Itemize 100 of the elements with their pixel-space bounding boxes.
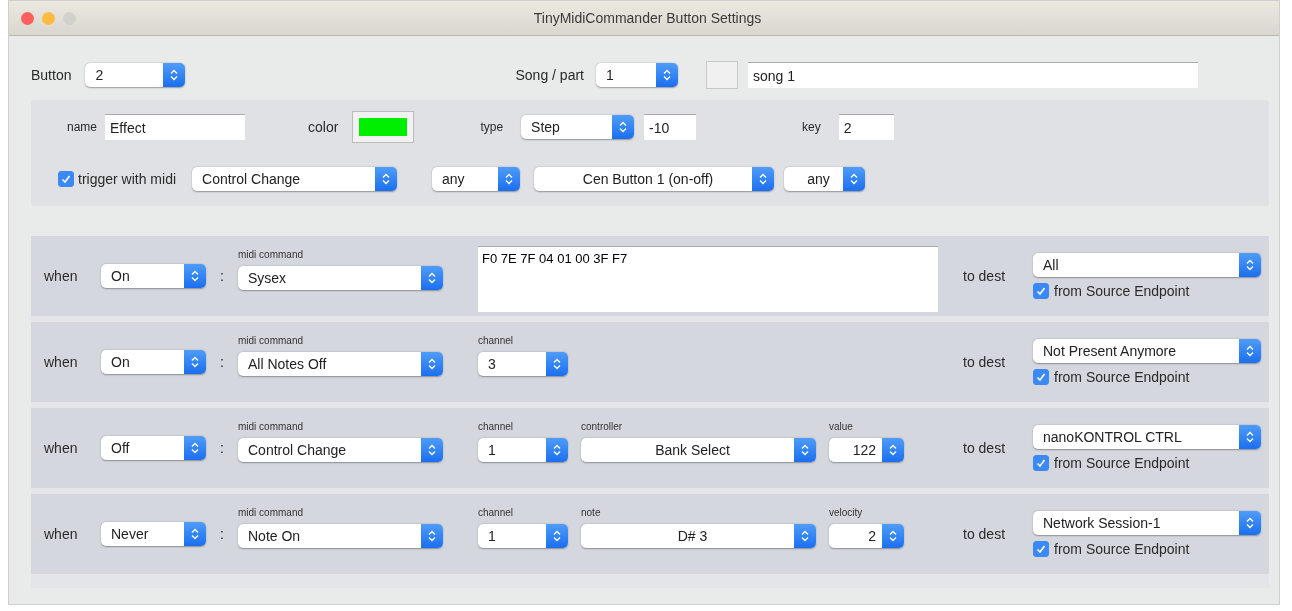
to-dest-label: to dest [963, 354, 1007, 370]
from-source-checkbox[interactable] [1033, 283, 1049, 299]
color-label: color [308, 119, 339, 135]
window-title: TinyMidiCommander Button Settings [532, 10, 763, 26]
from-source-label: from Source Endpoint [1054, 455, 1190, 471]
separator-colon: : [219, 268, 225, 284]
stepper-icon [546, 438, 568, 462]
midi-command-label: midi command [238, 248, 305, 262]
when-label: when [44, 526, 79, 542]
parameter-popup[interactable]: 1 [478, 524, 568, 548]
stepper-icon [882, 524, 904, 548]
when-popup[interactable]: Off [101, 436, 206, 460]
key-label: key [802, 120, 821, 134]
checkmark-icon [1035, 285, 1047, 297]
parameter-popup[interactable]: 3 [478, 352, 568, 376]
separator-colon: : [219, 440, 225, 456]
stepper-icon [794, 524, 816, 548]
stepper-icon [184, 522, 206, 546]
close-button[interactable] [21, 11, 34, 25]
song-part-popup[interactable]: 1 [596, 63, 678, 87]
destination-popup[interactable]: All [1033, 253, 1261, 277]
stepper-icon [184, 436, 206, 460]
to-dest-label: to dest [963, 440, 1007, 456]
value-popup[interactable]: any [784, 167, 866, 191]
stepper-icon [1239, 253, 1261, 277]
stepper-icon [843, 167, 866, 191]
stepper-icon [794, 438, 816, 462]
midi-command-popup[interactable]: Control Change [238, 438, 443, 462]
stepper-icon [546, 352, 568, 376]
separator-colon: : [219, 526, 225, 542]
control-popup[interactable]: Cen Button 1 (on-off) [534, 167, 775, 191]
from-source-checkbox[interactable] [1033, 455, 1049, 471]
song-part-label: Song / part [515, 67, 584, 83]
checkmark-icon [60, 173, 72, 185]
channel-popup[interactable]: any [432, 167, 521, 191]
type-value-field[interactable]: -10 [644, 114, 697, 140]
stepper-icon [421, 266, 443, 290]
parameter-label: value [829, 420, 854, 434]
stepper-icon [498, 167, 521, 191]
stepper-icon [184, 264, 206, 288]
checkmark-icon [1035, 371, 1047, 383]
stepper-icon [612, 115, 635, 139]
stepper-icon [421, 352, 443, 376]
stepper-icon [375, 167, 398, 191]
parameter-popup[interactable]: D# 3 [581, 524, 816, 548]
midi-command-popup[interactable]: All Notes Off [238, 352, 443, 376]
parameter-label: controller [581, 420, 624, 434]
trigger-label: trigger with midi [78, 171, 177, 187]
from-source-label: from Source Endpoint [1054, 369, 1190, 385]
name-label: name [67, 120, 98, 134]
parameter-popup[interactable]: 1 [478, 438, 568, 462]
when-popup[interactable]: Never [101, 522, 206, 546]
to-dest-label: to dest [963, 526, 1007, 542]
when-label: when [44, 268, 79, 284]
destination-popup[interactable]: nanoKONTROL CTRL [1033, 425, 1261, 449]
when-label: when [44, 354, 79, 370]
stepper-icon [882, 438, 904, 462]
stepper-icon [163, 63, 186, 87]
from-source-label: from Source Endpoint [1054, 541, 1190, 557]
stepper-icon [656, 63, 678, 87]
message-popup[interactable]: Control Change [192, 167, 398, 191]
sysex-field[interactable]: F0 7E 7F 04 01 00 3F F7 [478, 246, 938, 312]
name-field[interactable]: Effect [105, 114, 246, 140]
checkmark-icon [1035, 543, 1047, 555]
midi-command-label: midi command [238, 334, 305, 348]
stepper-icon [546, 524, 568, 548]
destination-popup[interactable]: Network Session-1 [1033, 511, 1261, 535]
parameter-popup[interactable]: 122 [829, 438, 904, 462]
checkmark-icon [1035, 457, 1047, 469]
color-swatch-button[interactable] [352, 111, 415, 143]
stepper-icon [1239, 511, 1261, 535]
stepper-icon [184, 350, 206, 374]
to-dest-label: to dest [963, 268, 1007, 284]
type-label: type [480, 120, 504, 134]
when-popup[interactable]: On [101, 350, 206, 374]
button-popup[interactable]: 2 [85, 63, 186, 87]
stepper-icon [1239, 425, 1261, 449]
key-field[interactable]: 2 [838, 114, 894, 140]
parameter-label: channel [478, 506, 515, 520]
parameter-label: channel [478, 420, 515, 434]
parameter-label: channel [478, 334, 515, 348]
song-name-field[interactable]: song 1 [748, 62, 1198, 88]
from-source-label: from Source Endpoint [1054, 283, 1190, 299]
when-popup[interactable]: On [101, 264, 206, 288]
stepper-icon [421, 438, 443, 462]
separator-colon: : [219, 354, 225, 370]
midi-command-popup[interactable]: Note On [238, 524, 443, 548]
stepper-icon [421, 524, 443, 548]
parameter-label: velocity [829, 506, 864, 520]
destination-popup[interactable]: Not Present Anymore [1033, 339, 1261, 363]
button-label: Button [31, 67, 72, 83]
trigger-checkbox[interactable] [58, 171, 74, 187]
type-popup[interactable]: Step [521, 115, 635, 139]
parameter-popup[interactable]: 2 [829, 524, 904, 548]
parameter-label: note [581, 506, 602, 520]
midi-command-popup[interactable]: Sysex [238, 266, 443, 290]
from-source-checkbox[interactable] [1033, 369, 1049, 385]
from-source-checkbox[interactable] [1033, 541, 1049, 557]
parameter-popup[interactable]: Bank Select [581, 438, 816, 462]
color-well[interactable] [706, 61, 738, 89]
